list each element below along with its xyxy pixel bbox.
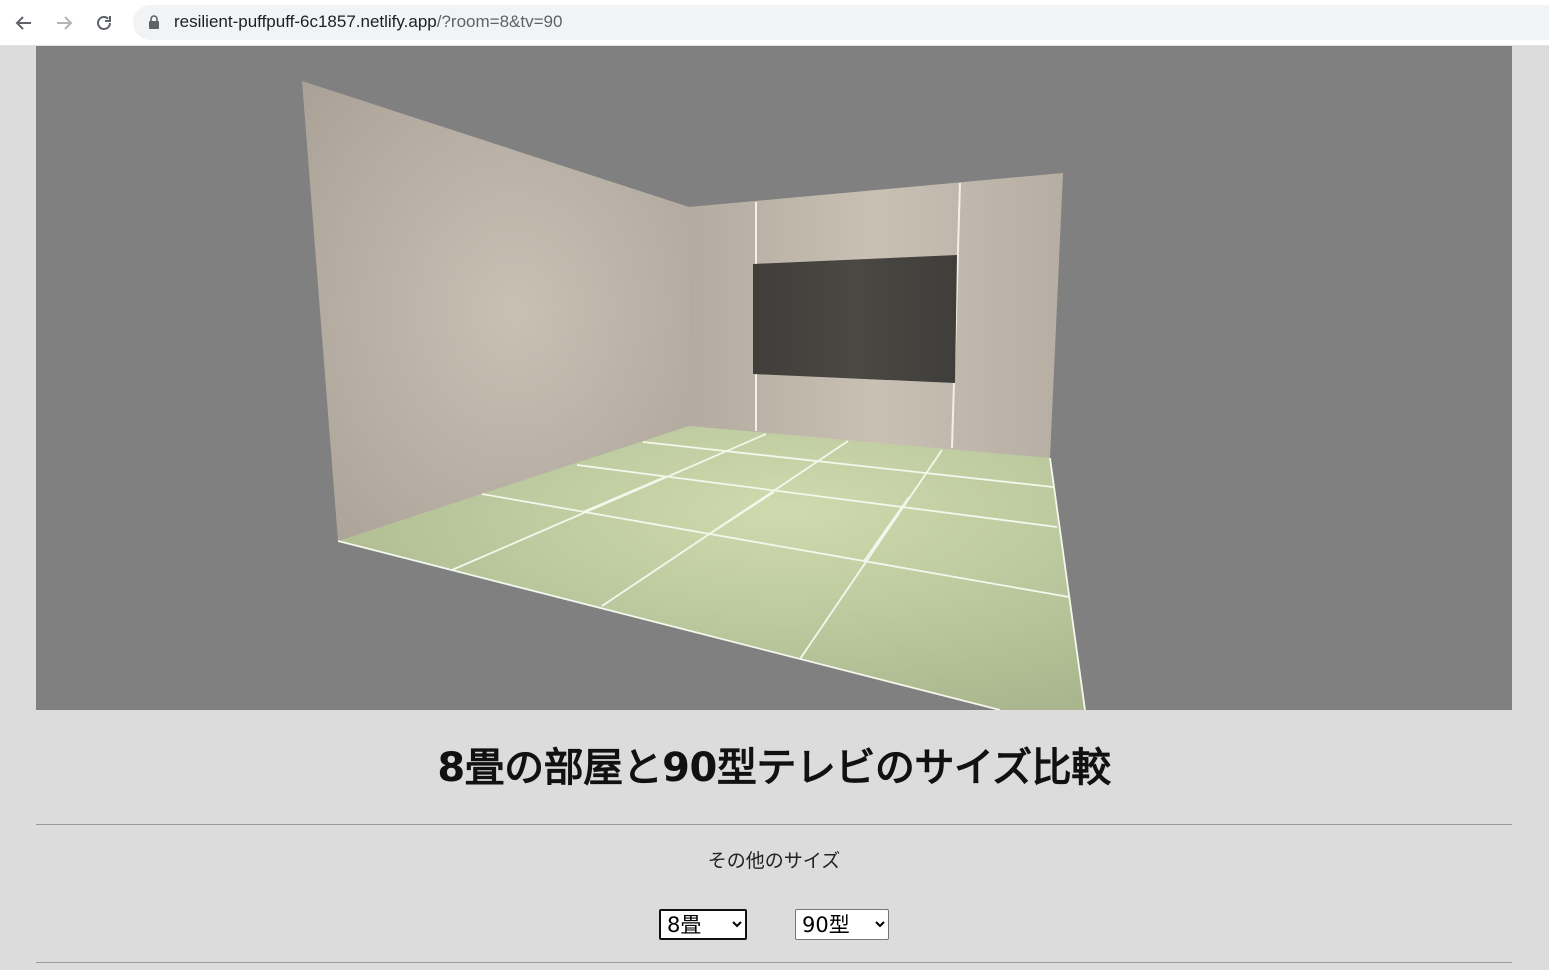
url-host: resilient-puffpuff-6c1857.netlify.app (174, 12, 437, 31)
reload-icon (97, 16, 111, 30)
tv-screen (753, 255, 957, 383)
page-title: 8畳の部屋と90型テレビのサイズ比較 (437, 745, 1111, 791)
forward-arrow-icon (57, 16, 73, 30)
url-text: resilient-puffpuff-6c1857.netlify.app/?r… (174, 12, 562, 32)
url-path: /?room=8&tv=90 (436, 12, 563, 31)
lock-icon (149, 15, 159, 29)
room-3d-view[interactable] (36, 46, 1512, 710)
back-button[interactable] (9, 8, 39, 38)
room-render (302, 81, 1086, 710)
browser-toolbar: resilient-puffpuff-6c1857.netlify.app/?r… (0, 0, 1549, 46)
other-sizes-label: その他のサイズ (707, 850, 841, 872)
room-size-select[interactable]: 8畳 (659, 909, 747, 940)
divider-top (36, 824, 1512, 825)
divider-bottom (36, 962, 1512, 963)
back-arrow-icon (15, 16, 31, 30)
tv-size-select[interactable]: 90型 (795, 909, 889, 940)
reload-button[interactable] (89, 8, 119, 38)
address-bar[interactable]: resilient-puffpuff-6c1857.netlify.app/?r… (133, 5, 1549, 40)
forward-button[interactable] (49, 8, 79, 38)
